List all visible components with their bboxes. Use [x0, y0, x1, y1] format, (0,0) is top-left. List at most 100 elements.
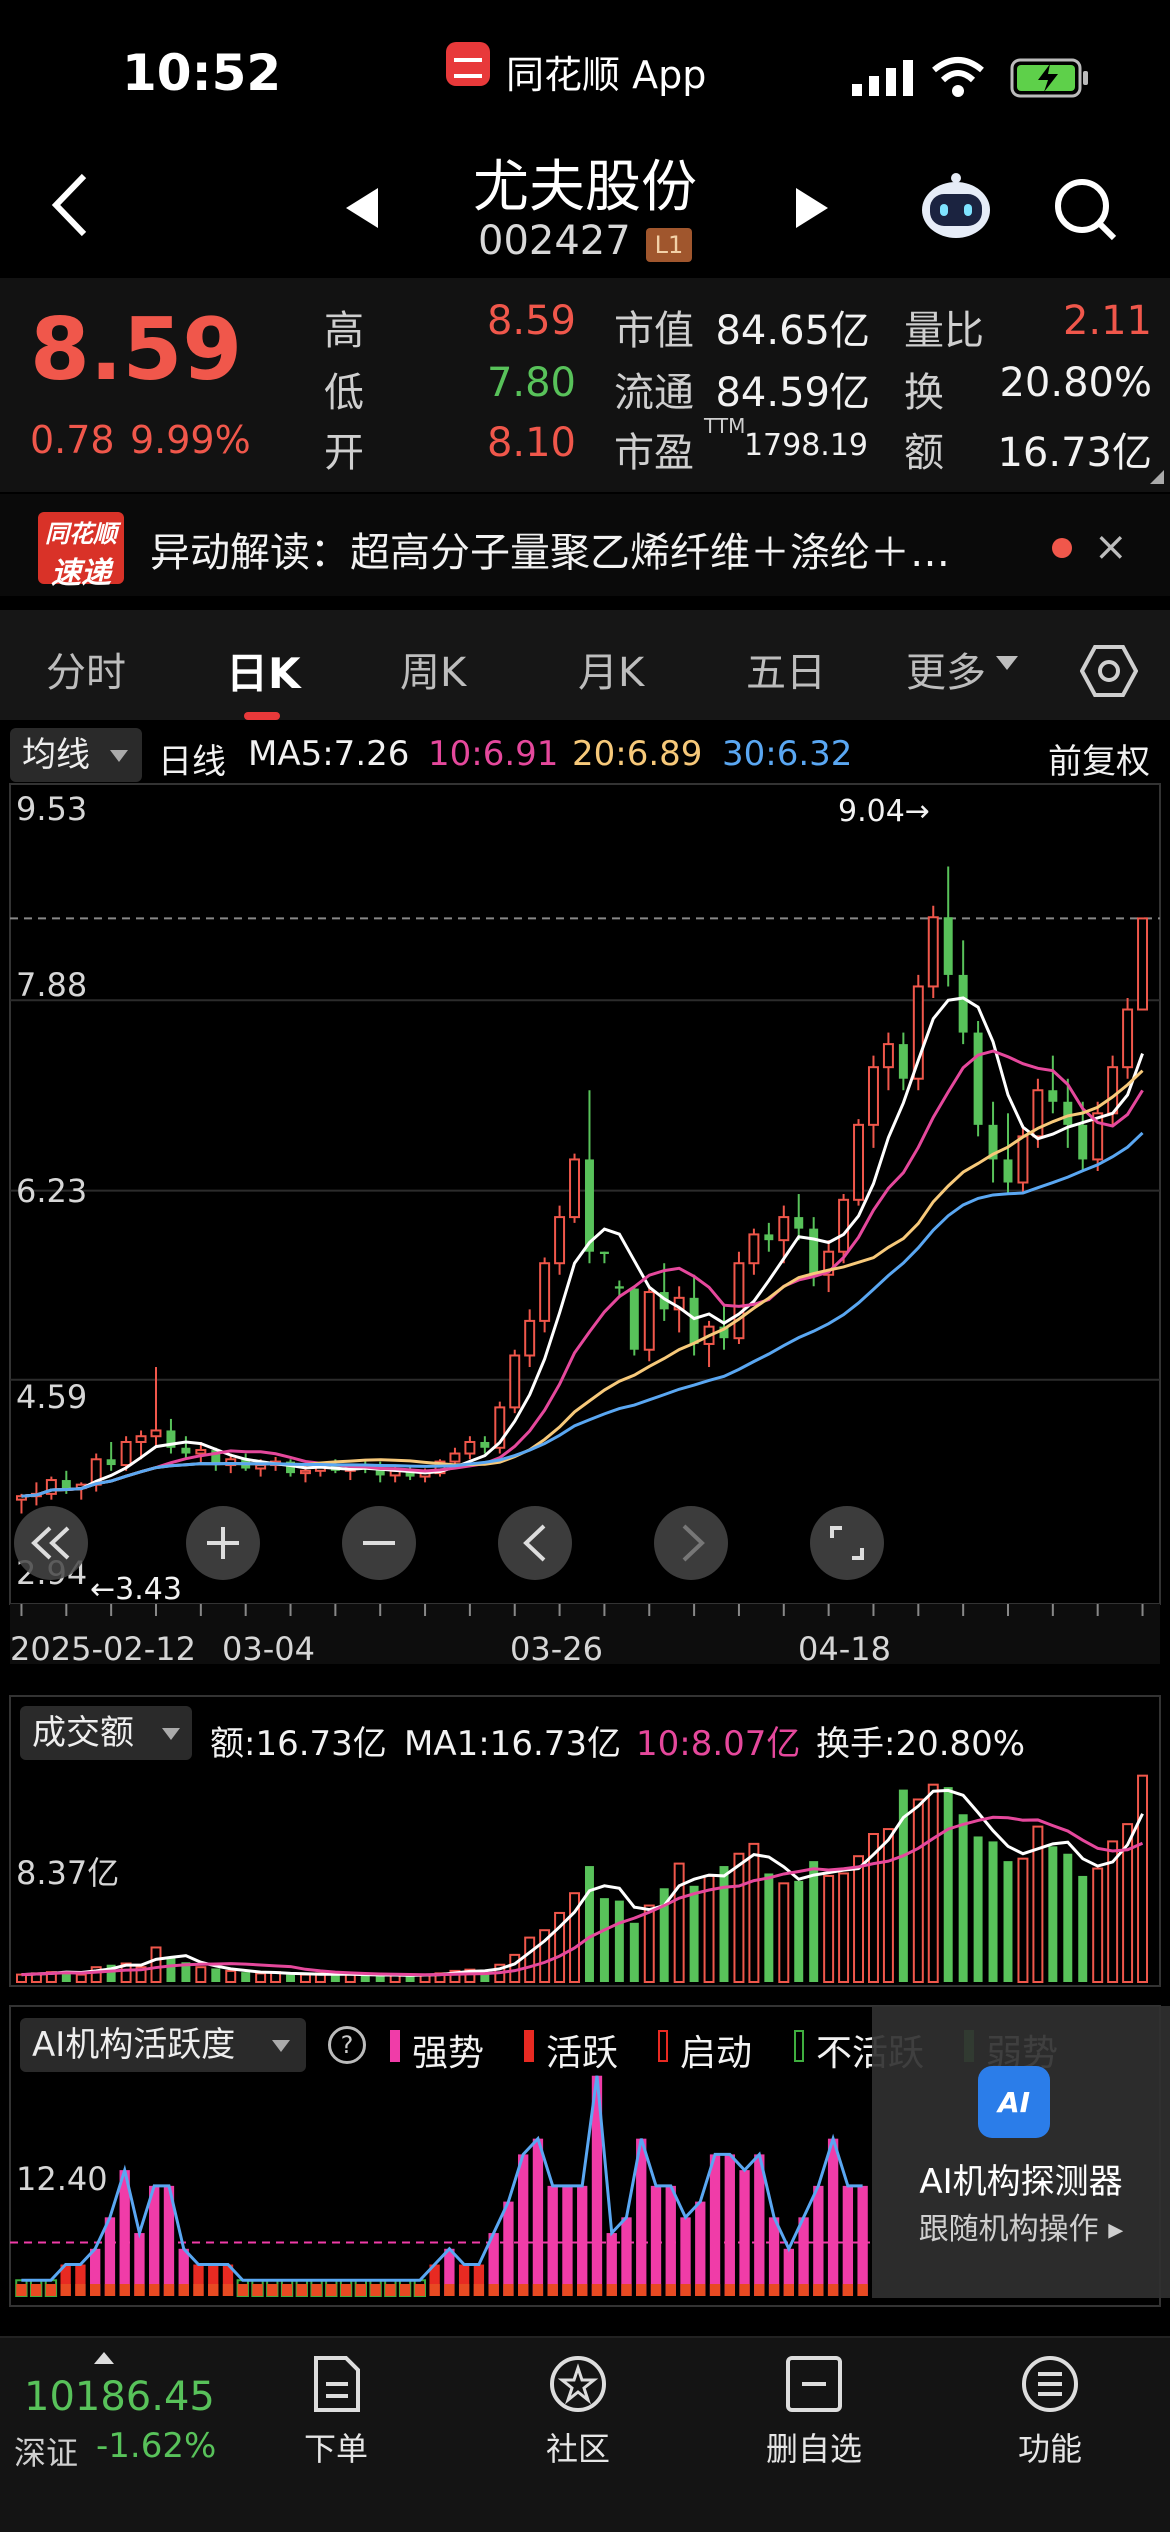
ai-detector-title[interactable]: AI机构探测器	[872, 2154, 1170, 2203]
volume-bar	[927, 1783, 939, 1983]
news-logo-bottom: 速递	[51, 556, 111, 591]
functions-button[interactable]: 功能	[970, 2424, 1130, 2470]
date-label-1: 2025-02-12	[10, 1630, 196, 1668]
ai-base-bar	[178, 2284, 189, 2296]
order-button[interactable]: 下单	[256, 2424, 416, 2470]
settings-icon[interactable]	[1080, 642, 1138, 700]
tab-more[interactable]: 更多	[906, 640, 986, 698]
volume-bar	[1092, 1867, 1104, 1984]
ai-base-bar	[163, 2284, 175, 2296]
search-icon[interactable]	[1050, 174, 1120, 244]
candle-body	[733, 1262, 745, 1340]
tab-five-day[interactable]: 五日	[746, 640, 826, 698]
ai-base-bar	[90, 2284, 101, 2296]
ai-base-bar	[783, 2284, 794, 2296]
stock-name: 尤夫股份	[473, 155, 697, 220]
ma10-legend: 10:6.91	[428, 734, 559, 774]
candle-body	[1048, 1090, 1058, 1102]
index-value[interactable]: 10186.45	[24, 2374, 215, 2420]
app-name: 同花顺 App	[506, 53, 707, 97]
next-stock-icon[interactable]	[792, 186, 832, 230]
market-cap-value: 84.65亿	[715, 308, 870, 354]
ai-base-bar	[532, 2284, 544, 2296]
amount-label: 额	[904, 430, 944, 476]
ai-base-bar	[562, 2284, 573, 2296]
turnover-label: 换	[904, 370, 944, 416]
high-label: 高	[324, 308, 364, 354]
tab-monthly-k[interactable]: 月K	[578, 640, 644, 698]
news-close-button[interactable]: ×	[1094, 524, 1128, 570]
pe-label: 市盈	[614, 430, 694, 476]
previous-stock-icon[interactable]	[342, 186, 382, 230]
volume-bar	[299, 1973, 311, 1984]
expand-corner-icon[interactable]	[1150, 470, 1164, 484]
news-headline[interactable]: 异动解读：超高分子量聚乙烯纤维＋涤纶＋…	[150, 520, 1000, 578]
community-button[interactable]: 社区	[498, 2424, 658, 2470]
robot-assistant-icon[interactable]	[918, 172, 994, 242]
open-value: 8.10	[486, 420, 576, 466]
ai-base-bar	[547, 2284, 558, 2296]
ai-base-bar	[45, 2284, 57, 2296]
y-tick-1: 9.53	[16, 790, 88, 828]
ai-base-bar	[60, 2284, 71, 2296]
price-adjust-mode[interactable]: 前复权	[1048, 734, 1150, 783]
back-icon[interactable]	[46, 170, 94, 240]
more-caret-icon[interactable]	[996, 656, 1018, 670]
index-expand-icon[interactable]	[94, 2352, 114, 2364]
volume-chart[interactable]	[0, 1690, 1170, 1990]
candle-body	[1063, 1101, 1073, 1125]
candle-body	[1078, 1124, 1088, 1160]
index-name: 深证	[14, 2434, 79, 2472]
amount-value: 16.73亿	[997, 430, 1152, 476]
candle-body	[599, 1251, 609, 1255]
date-label-3: 03-26	[510, 1630, 603, 1668]
candle-body	[943, 917, 953, 975]
candle-body	[614, 1286, 624, 1289]
candle-body	[150, 1429, 162, 1438]
candle-body	[181, 1447, 191, 1454]
volume-bar	[823, 1874, 835, 1983]
candle-body	[973, 1032, 983, 1125]
volume-bar	[286, 1974, 296, 1982]
ai-detector-subtitle[interactable]: 跟随机构操作 ▸	[872, 2204, 1170, 2248]
candle-body	[853, 1123, 865, 1201]
candle-body	[449, 1452, 461, 1463]
turnover-value: 20.80%	[999, 360, 1152, 406]
menu-icon[interactable]	[1020, 2354, 1080, 2414]
ai-bar-strong	[724, 2154, 735, 2296]
tab-daily-k[interactable]: 日K	[226, 640, 301, 701]
ai-bar-strong	[503, 2201, 514, 2296]
order-icon[interactable]	[306, 2354, 366, 2414]
candle-body	[524, 1319, 536, 1357]
ai-base-bar	[842, 2284, 854, 2296]
ai-base-bar	[606, 2284, 617, 2296]
ai-base-bar	[355, 2284, 366, 2296]
volume-bar	[838, 1872, 850, 1983]
community-icon[interactable]	[548, 2354, 608, 2414]
kline-kind: 日线	[158, 742, 226, 782]
ai-activity-line	[21, 2075, 863, 2282]
ai-bar-strong	[739, 2170, 750, 2296]
ai-base-bar	[75, 2284, 86, 2296]
volume-bar	[599, 1898, 609, 1982]
ai-base-bar	[857, 2284, 868, 2296]
ai-base-bar	[621, 2284, 632, 2296]
kline-chart[interactable]	[0, 780, 1170, 1680]
chevron-right-icon	[682, 1524, 705, 1562]
volume-bar	[1048, 1846, 1058, 1982]
ai-detector-panel[interactable]	[872, 2006, 1170, 2298]
candle-body	[1017, 1135, 1029, 1184]
ai-bar-strong	[857, 2185, 868, 2296]
tab-intraday[interactable]: 分时	[46, 640, 126, 698]
ai-base-bar	[222, 2284, 234, 2296]
tab-weekly-k[interactable]: 周K	[400, 640, 466, 698]
remove-watchlist-button[interactable]: 删自选	[734, 2424, 894, 2470]
candle-body	[1107, 1066, 1119, 1115]
candle-body	[1122, 1008, 1134, 1069]
open-label: 开	[324, 430, 364, 476]
volume-bar	[150, 1946, 162, 1984]
ai-base-bar	[636, 2284, 647, 2296]
remove-watchlist-icon[interactable]	[784, 2354, 844, 2414]
float-cap-label: 流通	[614, 370, 694, 416]
ai-base-bar	[724, 2284, 735, 2296]
